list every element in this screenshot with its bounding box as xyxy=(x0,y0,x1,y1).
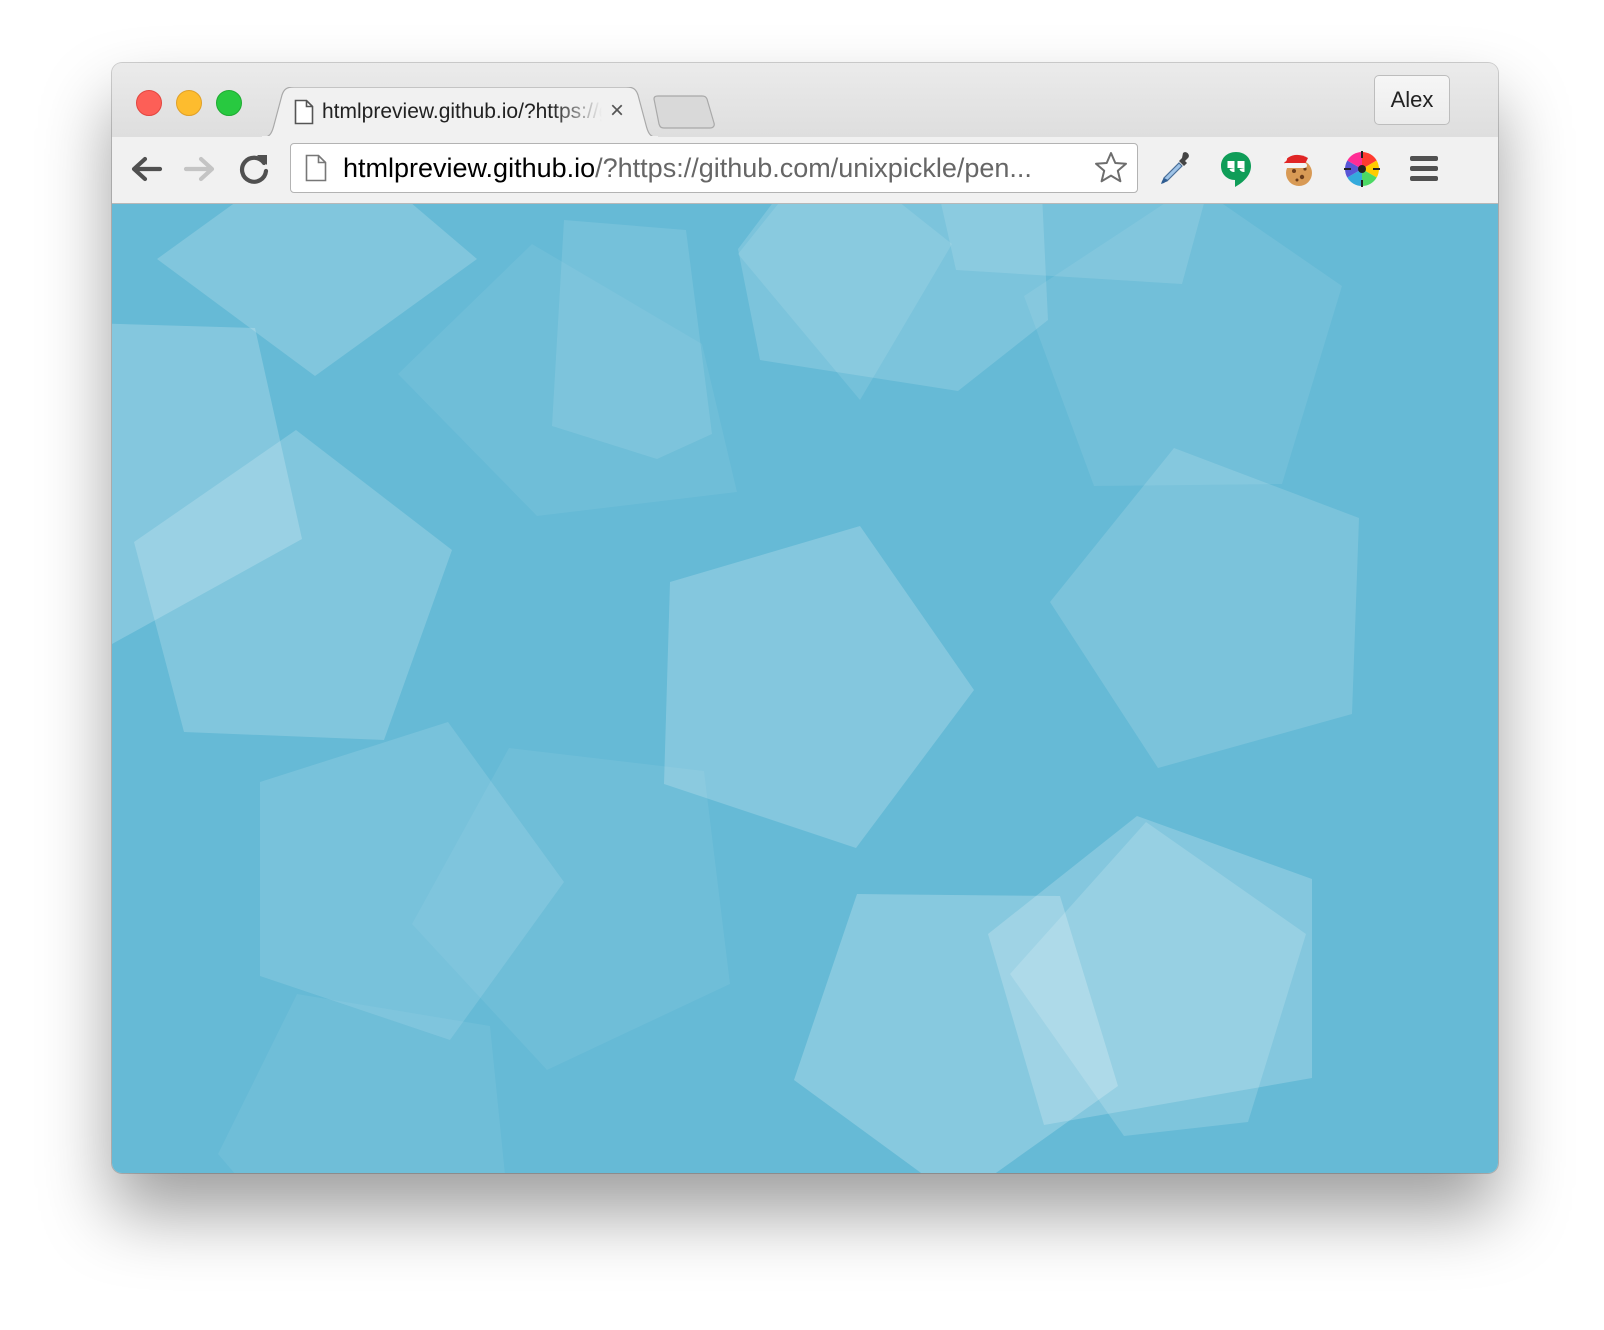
new-tab-button[interactable] xyxy=(650,95,716,129)
url-text[interactable]: htmlpreview.github.io/?https://github.co… xyxy=(343,152,1083,184)
color-wheel-extension-icon[interactable] xyxy=(1342,149,1382,189)
hamburger-menu-icon[interactable] xyxy=(1404,149,1444,189)
active-tab[interactable]: htmlpreview.github.io/?https://github.co… xyxy=(260,87,660,138)
hangouts-extension-icon[interactable] xyxy=(1216,149,1256,189)
reload-button[interactable] xyxy=(236,151,272,187)
page-content xyxy=(112,204,1498,1173)
bookmark-star-icon[interactable] xyxy=(1093,150,1129,186)
new-tab-icon xyxy=(653,95,715,129)
close-window-button[interactable] xyxy=(136,90,162,116)
browser-window: htmlpreview.github.io/?https://github.co… xyxy=(112,63,1498,1173)
cookie-santa-hat-extension-icon[interactable] xyxy=(1278,149,1318,189)
pentagon-shape xyxy=(664,526,974,848)
back-button[interactable] xyxy=(128,151,164,187)
eyedropper-extension-icon[interactable] xyxy=(1156,149,1196,189)
pentagon-background xyxy=(112,204,1359,1173)
toolbar: htmlpreview.github.io/?https://github.co… xyxy=(112,137,1498,204)
pentagon-shape xyxy=(1050,448,1359,768)
page-icon xyxy=(305,154,327,182)
tab-title: htmlpreview.github.io/?https://github.co… xyxy=(322,100,602,123)
zoom-window-button[interactable] xyxy=(216,90,242,116)
pentagon-shape xyxy=(218,994,505,1173)
forward-arrow-icon xyxy=(183,156,215,182)
address-bar[interactable]: htmlpreview.github.io/?https://github.co… xyxy=(290,143,1138,193)
minimize-window-button[interactable] xyxy=(176,90,202,116)
url-host: htmlpreview.github.io xyxy=(343,153,596,183)
close-tab-icon[interactable]: × xyxy=(606,97,628,125)
pentagon-shape xyxy=(552,220,712,459)
reload-icon xyxy=(239,155,269,184)
page-icon xyxy=(294,99,314,125)
title-bar: htmlpreview.github.io/?https://github.co… xyxy=(112,63,1498,138)
forward-button[interactable] xyxy=(182,151,218,187)
url-path: /?https://github.com/unixpickle/pen... xyxy=(595,153,1032,183)
profile-button[interactable]: Alex xyxy=(1374,75,1450,125)
back-arrow-icon xyxy=(131,156,163,182)
